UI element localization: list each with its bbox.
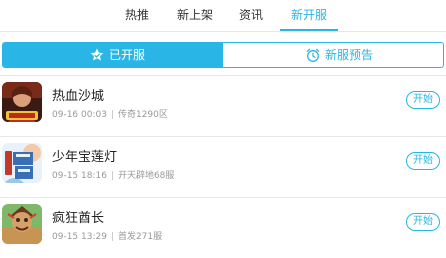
game-thumbnail <box>2 143 42 183</box>
game-name: 热血沙城 <box>52 89 105 104</box>
tab-new-listing[interactable]: 新上架 <box>170 0 220 30</box>
star-badge-icon <box>90 48 104 61</box>
game-name: 少年宝莲灯 <box>52 150 118 165</box>
open-time: 09-16 00:03 <box>52 110 107 120</box>
game-thumbnail <box>2 204 42 244</box>
top-tab-bar: 热推 新上架 资讯 新开服 <box>0 0 446 32</box>
alarm-clock-icon <box>306 48 320 62</box>
meta-separator <box>111 110 113 119</box>
tab-hot[interactable]: 热推 <box>118 0 156 30</box>
start-button[interactable]: 开始 <box>406 91 440 109</box>
server-meta: 09-16 00:03 传奇1290区 <box>52 107 168 120</box>
server-name: 传奇1290区 <box>117 110 168 120</box>
list-item[interactable]: 疯狂酋长 09-15 13:29 首发271服 开始 <box>0 198 446 258</box>
segment-opened-label: 已开服 <box>109 48 146 62</box>
start-button[interactable]: 开始 <box>406 213 440 231</box>
open-time: 09-15 18:16 <box>52 171 107 181</box>
game-thumbnail <box>2 82 42 122</box>
tab-news[interactable]: 资讯 <box>232 0 270 30</box>
segment-upcoming[interactable]: 新服预告 <box>223 43 443 67</box>
tab-bar-divider <box>0 31 446 32</box>
server-name: 首发271服 <box>117 232 163 242</box>
tab-new-servers[interactable]: 新开服 <box>280 0 338 30</box>
start-button[interactable]: 开始 <box>406 152 440 170</box>
server-name: 开天辟地68服 <box>117 171 175 181</box>
meta-separator <box>111 171 113 180</box>
segment-upcoming-label: 新服预告 <box>325 48 374 62</box>
list-item[interactable]: 少年宝莲灯 09-15 18:16 开天辟地68服 开始 <box>0 137 446 197</box>
game-name: 疯狂酋长 <box>52 211 105 226</box>
segment-opened[interactable]: 已开服 <box>3 43 223 67</box>
list-item[interactable]: 热血沙城 09-16 00:03 传奇1290区 开始 <box>0 76 446 136</box>
meta-separator <box>111 232 113 241</box>
server-segment-control: 已开服 新服预告 <box>2 42 444 68</box>
open-time: 09-15 13:29 <box>52 232 107 242</box>
server-meta: 09-15 18:16 开天辟地68服 <box>52 168 174 181</box>
server-meta: 09-15 13:29 首发271服 <box>52 229 162 242</box>
